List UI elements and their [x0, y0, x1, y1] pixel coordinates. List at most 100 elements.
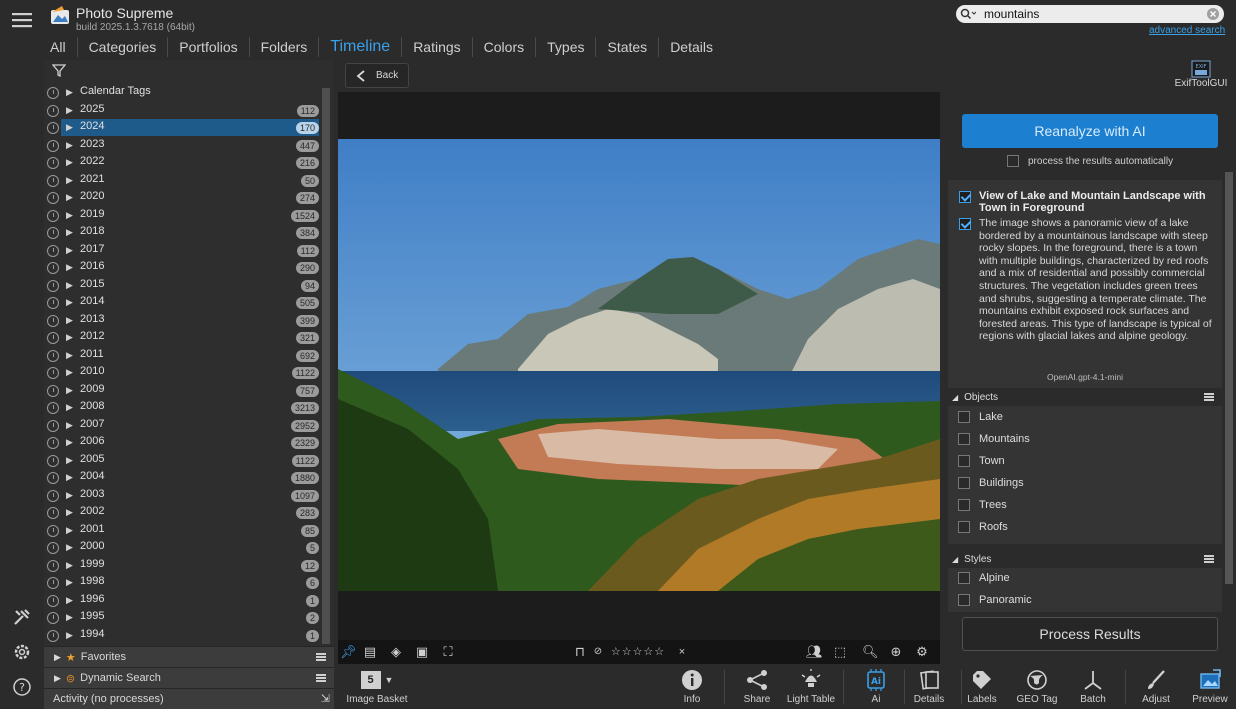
timeline-year-item[interactable]: ▶ 1999 12 — [44, 557, 320, 575]
details-button[interactable]: Details — [909, 666, 949, 708]
dynamic-search-menu-icon[interactable] — [316, 674, 326, 682]
tree-scrollbar[interactable] — [322, 88, 330, 644]
expand-icon[interactable]: ▶ — [66, 507, 73, 518]
faces-icon[interactable]: 👥︎ — [806, 644, 823, 660]
expand-icon[interactable]: ▶ — [66, 525, 73, 536]
timeline-year-item[interactable]: ▶ 2005 1122 — [44, 452, 320, 470]
tab-ratings[interactable]: Ratings — [402, 37, 473, 57]
timeline-year-item[interactable]: ▶ 2020 274 — [44, 189, 320, 207]
expand-icon[interactable]: ▶ — [66, 630, 73, 641]
expand-icon[interactable]: ▶ — [54, 673, 61, 684]
expand-icon[interactable]: ▶ — [66, 612, 73, 623]
object-item[interactable]: Trees — [958, 496, 1007, 514]
collapse-icon[interactable]: ◢ — [952, 555, 958, 564]
expand-icon[interactable]: ▶ — [66, 437, 73, 448]
preview-photo[interactable] — [338, 139, 940, 591]
expand-icon[interactable]: ▶ — [66, 227, 73, 238]
expand-icon[interactable]: ▶ — [66, 385, 73, 396]
expand-icon[interactable]: ▶ — [66, 595, 73, 606]
light-table-button[interactable]: Light Table — [785, 666, 837, 708]
object-item[interactable]: Mountains — [958, 430, 1030, 448]
panel-scrollbar[interactable] — [1225, 172, 1233, 584]
dynamic-search-pane[interactable]: ▶ ⊜ Dynamic Search — [44, 667, 334, 688]
timeline-year-item[interactable]: ▶ 2001 85 — [44, 522, 320, 540]
tab-types[interactable]: Types — [536, 37, 597, 57]
collapse-icon[interactable]: ◢ — [952, 393, 958, 402]
auto-process-checkbox[interactable] — [1007, 155, 1019, 167]
objects-menu-icon[interactable] — [1204, 393, 1214, 401]
expand-icon[interactable]: ▶ — [66, 542, 73, 553]
bookmark-icon[interactable]: ⊓ — [572, 644, 588, 660]
style-checkbox[interactable] — [958, 594, 970, 606]
expand-icon[interactable]: ▶ — [66, 367, 73, 378]
search-box[interactable] — [956, 5, 1224, 23]
objects-section-header[interactable]: ◢ Objects — [948, 387, 1222, 407]
object-checkbox[interactable] — [958, 433, 970, 445]
tab-timeline[interactable]: Timeline — [319, 37, 403, 57]
expand-icon[interactable]: ▶ — [66, 87, 73, 98]
expand-icon[interactable]: ▶ — [66, 315, 73, 326]
exiftool-button[interactable]: EXIF ExifToolGUI — [1172, 58, 1230, 92]
rating-stars[interactable]: ☆☆☆☆☆ — [604, 644, 672, 660]
tools-icon[interactable] — [8, 603, 36, 631]
timeline-year-item[interactable]: ▶ 2010 1122 — [44, 364, 320, 382]
expand-icon[interactable]: ▶ — [66, 175, 73, 186]
timeline-year-item[interactable]: ▶ 2024 170 — [44, 119, 320, 137]
filter-icon[interactable] — [52, 63, 66, 77]
image-basket-button[interactable]: 5 ▼ Image Basket — [342, 666, 412, 708]
favorites-pane[interactable]: ▶ ★ Favorites — [44, 646, 334, 667]
object-checkbox[interactable] — [958, 521, 970, 533]
process-results-button[interactable]: Process Results — [962, 617, 1218, 651]
timeline-year-item[interactable]: ▶ 2021 50 — [44, 172, 320, 190]
settings-icon[interactable]: ⚙ — [914, 644, 930, 660]
title-checkbox[interactable] — [959, 191, 971, 203]
reanalyze-ai-button[interactable]: Reanalyze with AI — [962, 114, 1218, 148]
style-item[interactable]: Alpine — [958, 569, 1010, 587]
tab-folders[interactable]: Folders — [250, 37, 320, 57]
description-checkbox[interactable] — [959, 218, 971, 230]
adjust-button[interactable]: Adjust — [1136, 666, 1176, 708]
help-icon[interactable]: ? — [8, 673, 36, 701]
expand-icon[interactable]: ▶ — [66, 577, 73, 588]
clear-search-icon[interactable] — [1206, 7, 1220, 21]
timeline-year-item[interactable]: ▶ 2009 757 — [44, 382, 320, 400]
timeline-year-item[interactable]: ▶ 2012 321 — [44, 329, 320, 347]
labels-button[interactable]: Labels — [962, 666, 1002, 708]
expand-icon[interactable]: ▶ — [66, 560, 73, 571]
styles-section-header[interactable]: ◢ Styles — [948, 549, 1222, 569]
object-item[interactable]: Roofs — [958, 518, 1008, 536]
expand-icon[interactable]: ▶ — [66, 472, 73, 483]
expand-icon[interactable]: ▶ — [54, 652, 61, 663]
expand-icon[interactable]: ▶ — [66, 280, 73, 291]
search-input[interactable] — [984, 7, 1206, 21]
expand-icon[interactable]: ▶ — [66, 157, 73, 168]
expand-icon[interactable]: ▶ — [66, 192, 73, 203]
object-checkbox[interactable] — [958, 455, 970, 467]
object-checkbox[interactable] — [958, 477, 970, 489]
expand-icon[interactable]: ▶ — [66, 297, 73, 308]
timeline-year-item[interactable]: ▶ 2011 692 — [44, 347, 320, 365]
expand-icon[interactable]: ▶ — [66, 210, 73, 221]
gear-icon[interactable] — [8, 638, 36, 666]
timeline-year-item[interactable]: ▶ 1995 2 — [44, 609, 320, 627]
timeline-year-item[interactable]: ▶ 2017 112 — [44, 242, 320, 260]
expand-icon[interactable]: ▶ — [66, 122, 73, 133]
expand-icon[interactable]: ▶ — [66, 140, 73, 151]
object-item[interactable]: Town — [958, 452, 1005, 470]
expand-icon[interactable]: ▶ — [66, 105, 73, 116]
zoom-in-icon[interactable]: ⊕ — [888, 644, 904, 660]
object-checkbox[interactable] — [958, 499, 970, 511]
basket-dropdown-icon[interactable]: ▼ — [385, 675, 394, 685]
style-item[interactable]: Panoramic — [958, 591, 1032, 609]
layers-icon[interactable]: ◈ — [388, 644, 404, 660]
activity-pane[interactable]: Activity (no processes) ⇲ — [44, 688, 334, 709]
styles-menu-icon[interactable] — [1204, 555, 1214, 563]
auto-process-option[interactable]: process the results automatically — [1007, 155, 1173, 167]
zoom-icon[interactable]: 🔍︎ — [862, 644, 879, 660]
timeline-year-item[interactable]: ▶ 2004 1880 — [44, 469, 320, 487]
expand-icon[interactable]: ▶ — [66, 402, 73, 413]
object-checkbox[interactable] — [958, 411, 970, 423]
timeline-year-item[interactable]: ▶ 2006 2329 — [44, 434, 320, 452]
timeline-year-item[interactable]: ▶ 2014 505 — [44, 294, 320, 312]
timeline-year-item[interactable]: ▶ 1998 6 — [44, 574, 320, 592]
